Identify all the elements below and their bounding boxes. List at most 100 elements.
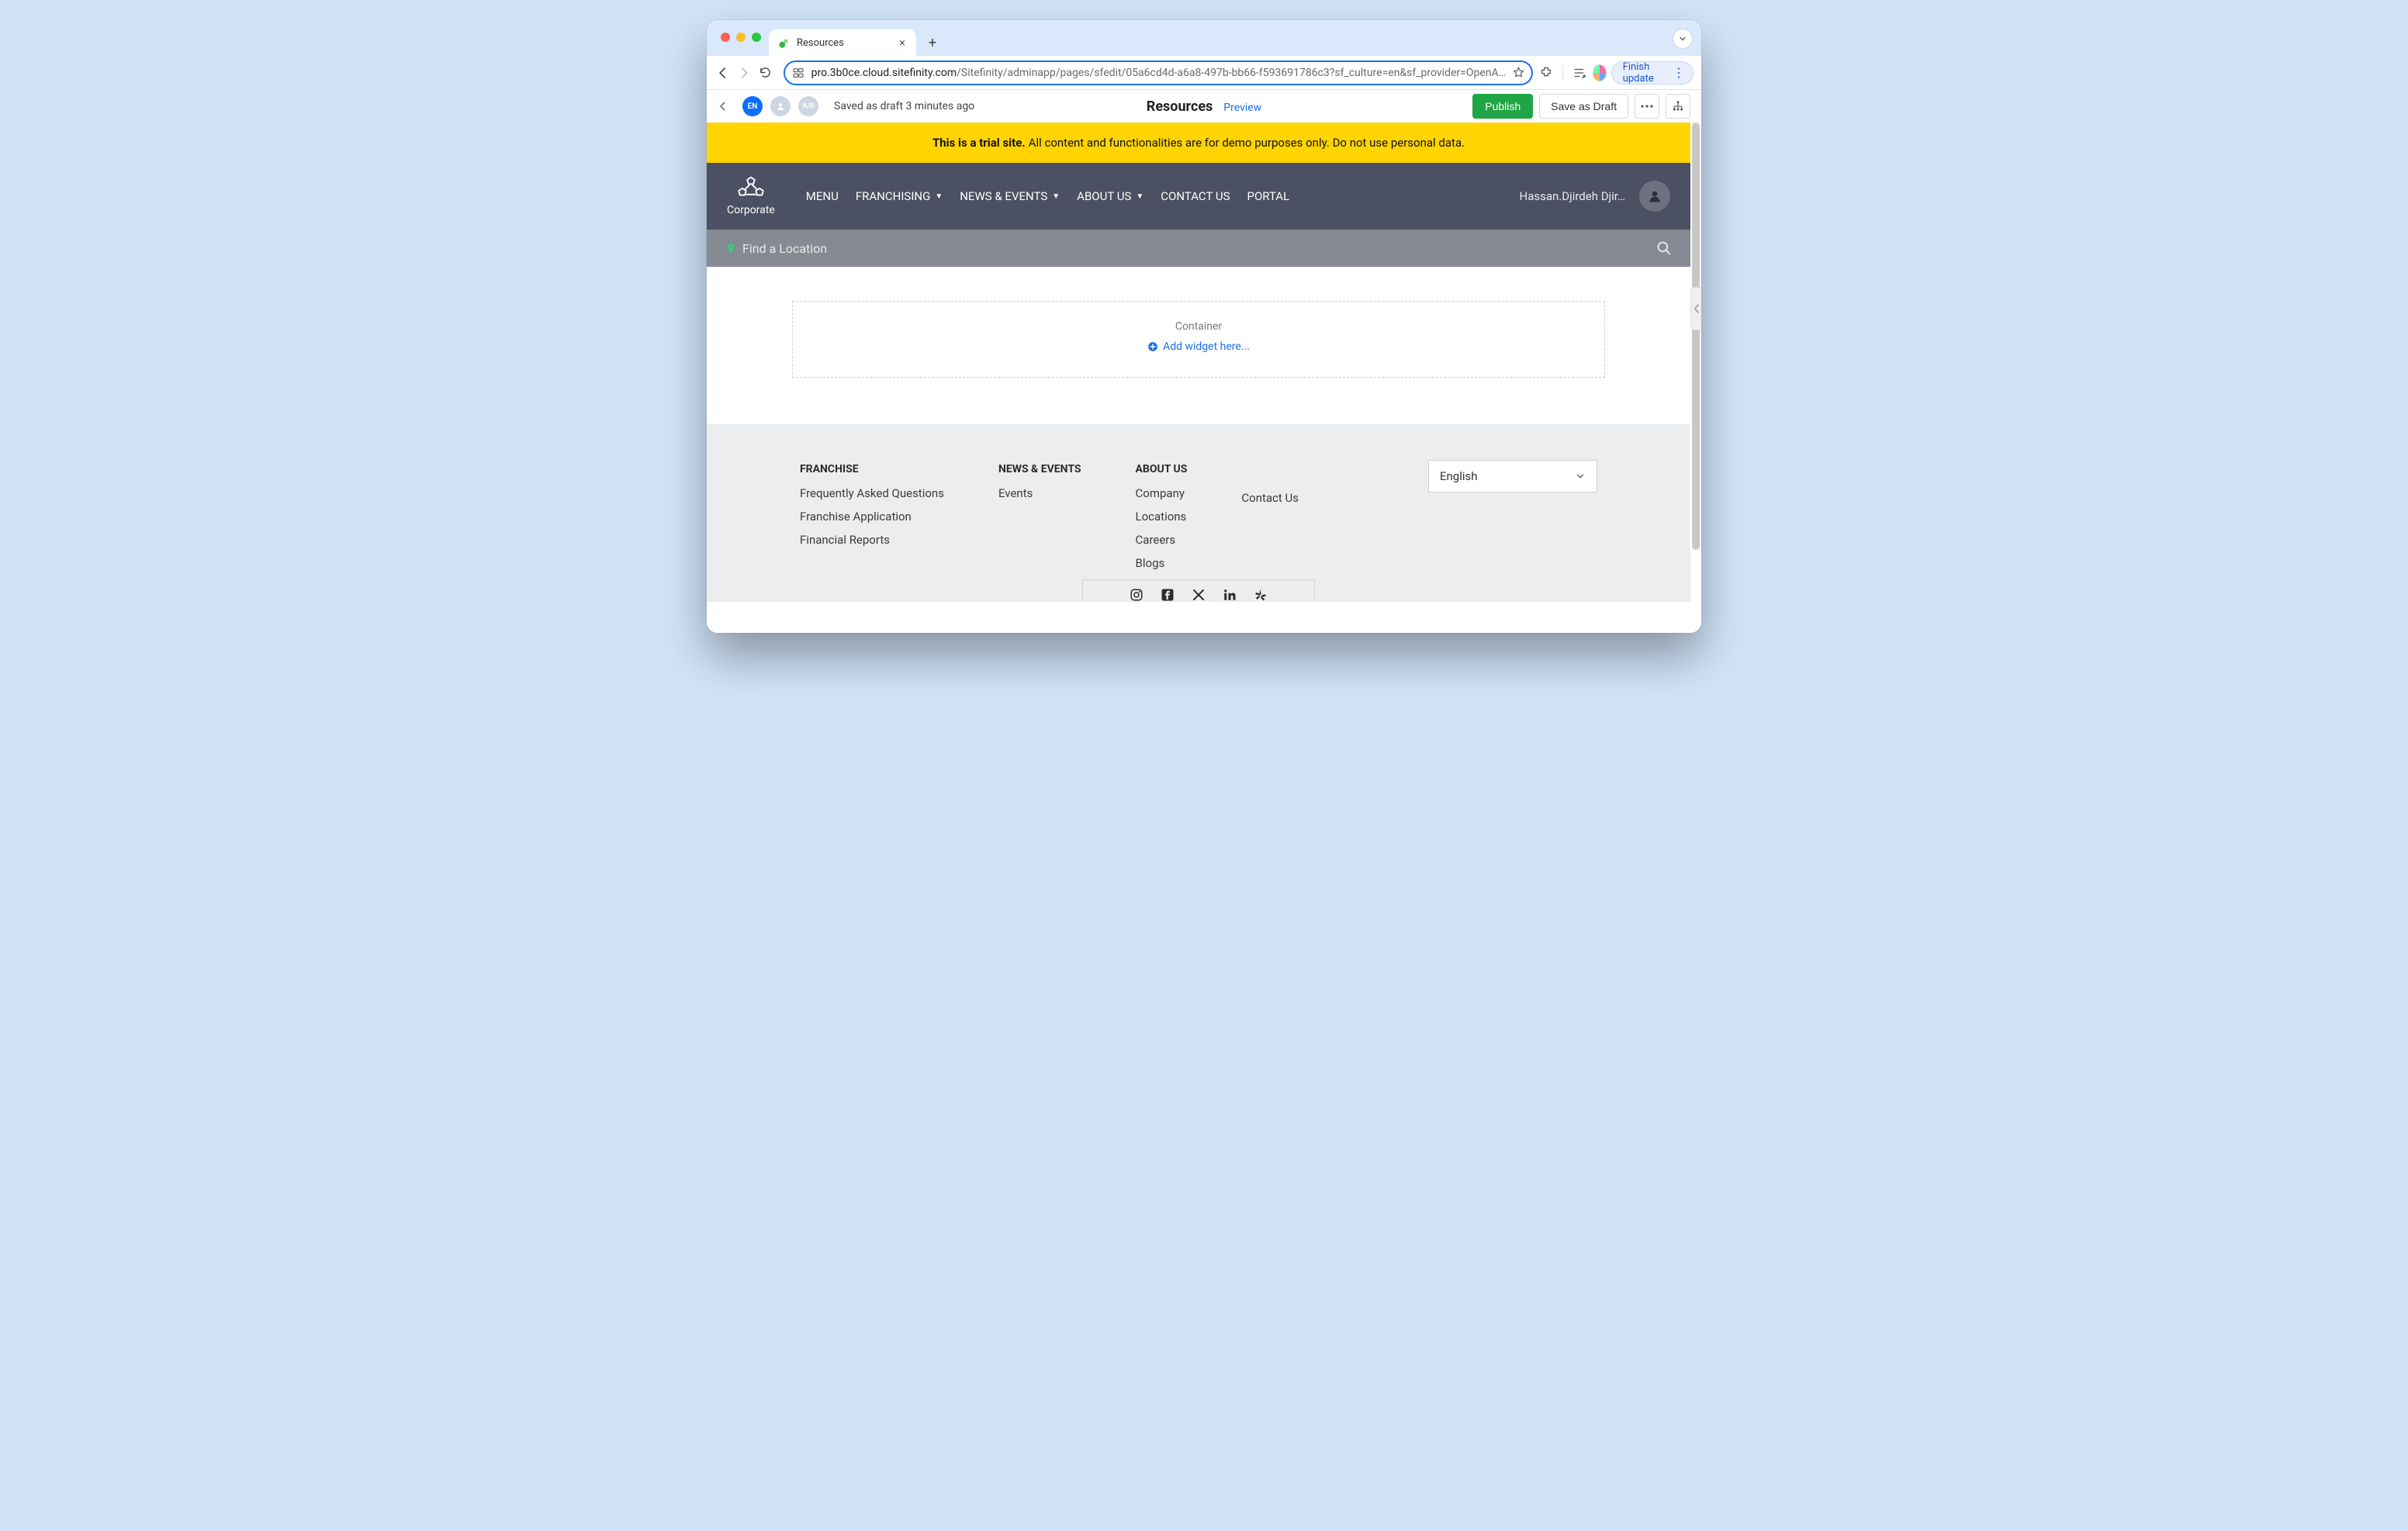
footer-link[interactable]: Franchise Application [800, 510, 944, 524]
profile-avatar-icon[interactable] [1593, 64, 1607, 81]
extensions-icon[interactable] [1538, 62, 1555, 84]
footer-heading: NEWS & EVENTS [998, 463, 1081, 475]
user-pill-icon[interactable] [770, 96, 791, 116]
favicon-icon [778, 36, 791, 49]
window-controls [721, 33, 761, 42]
scrollbar-thumb[interactable] [1692, 123, 1700, 550]
brand-logo-icon [736, 176, 766, 201]
nav-item-menu[interactable]: MENU [806, 189, 839, 203]
app-toolbar: EN A/B Saved as draft 3 minutes ago Reso… [707, 90, 1701, 123]
sitemap-button[interactable] [1666, 94, 1690, 119]
chevron-down-icon: ▼ [935, 192, 943, 201]
user-name[interactable]: Hassan.Djirdeh Djir… [1520, 189, 1625, 203]
publish-button[interactable]: Publish [1472, 94, 1533, 119]
reading-list-icon[interactable] [1571, 62, 1588, 84]
tab-title: Resources [797, 37, 844, 49]
footer-col-news: NEWS & EVENTS Events [998, 463, 1081, 579]
footer-heading: FRANCHISE [800, 463, 944, 475]
social-bar-wrap [707, 579, 1690, 602]
maximize-window-button[interactable] [752, 33, 761, 42]
page-viewport: This is a trial site. All content and fu… [707, 123, 1701, 633]
save-draft-button[interactable]: Save as Draft [1539, 94, 1628, 119]
yelp-icon[interactable] [1254, 588, 1268, 602]
user-avatar-icon[interactable] [1639, 181, 1670, 212]
chevron-down-icon: ▼ [1052, 192, 1060, 201]
footer-link[interactable]: Careers [1136, 533, 1188, 547]
instagram-icon[interactable] [1130, 588, 1143, 602]
browser-forward-button[interactable] [736, 60, 753, 85]
find-location-link[interactable]: Find a Location [742, 241, 827, 256]
finish-update-label: Finish update [1623, 61, 1666, 85]
trial-banner: This is a trial site. All content and fu… [707, 123, 1690, 163]
browser-window: Resources × + [707, 20, 1701, 633]
nav-item-portal[interactable]: PORTAL [1247, 189, 1290, 203]
toolbar-separator [1562, 65, 1563, 81]
container-widget[interactable]: Container Add widget here... [792, 301, 1605, 378]
site-header: Corporate MENU FRANCHISING▼ NEWS & EVENT… [707, 163, 1690, 230]
search-icon[interactable] [1656, 240, 1672, 256]
footer-col-contact: Contact Us [1241, 491, 1299, 579]
browser-toolbar: pro.3b0ce.cloud.sitefinity.com/Sitefinit… [707, 56, 1701, 90]
page-title: Resources [1147, 98, 1213, 115]
preview-link[interactable]: Preview [1223, 102, 1261, 114]
nav-item-contact[interactable]: CONTACT US [1161, 189, 1230, 203]
language-pill[interactable]: EN [742, 96, 763, 116]
nav-item-news[interactable]: NEWS & EVENTS▼ [960, 189, 1060, 203]
finish-update-button[interactable]: Finish update ⋮ [1611, 61, 1694, 85]
plus-circle-icon [1147, 341, 1158, 352]
footer-link[interactable]: Blogs [1136, 556, 1188, 570]
browser-tab[interactable]: Resources × [769, 29, 916, 56]
x-twitter-icon[interactable] [1192, 588, 1206, 602]
footer-heading: ABOUT US [1136, 463, 1188, 475]
footer-col-about: ABOUT US Company Locations Careers Blogs [1136, 463, 1188, 579]
chevron-down-icon [1575, 471, 1586, 482]
url-text: pro.3b0ce.cloud.sitefinity.com/Sitefinit… [811, 67, 1506, 79]
tab-close-button[interactable]: × [899, 36, 905, 50]
trial-banner-text: All content and functionalities are for … [1029, 136, 1465, 150]
draft-status-text: Saved as draft 3 minutes ago [834, 100, 974, 112]
close-window-button[interactable] [721, 33, 730, 42]
footer-contact-link[interactable]: Contact Us [1241, 491, 1299, 505]
nav-item-about[interactable]: ABOUT US▼ [1077, 189, 1143, 203]
bookmark-star-icon[interactable] [1512, 66, 1525, 79]
minimize-window-button[interactable] [736, 33, 746, 42]
footer-link[interactable]: Financial Reports [800, 533, 944, 547]
more-actions-button[interactable] [1635, 94, 1659, 119]
facebook-icon[interactable] [1161, 588, 1175, 602]
brand[interactable]: Corporate [727, 176, 775, 216]
linkedin-icon[interactable] [1223, 588, 1237, 602]
new-tab-button[interactable]: + [921, 31, 944, 54]
ab-test-pill[interactable]: A/B [798, 96, 818, 116]
browser-reload-button[interactable] [757, 60, 774, 85]
language-select[interactable]: English [1428, 460, 1597, 492]
add-widget-button[interactable]: Add widget here... [1147, 340, 1250, 353]
canvas-area: Container Add widget here... [707, 267, 1690, 424]
footer-link[interactable]: Locations [1136, 510, 1188, 524]
app-back-button[interactable] [718, 99, 728, 113]
browser-back-button[interactable] [714, 60, 732, 85]
language-value: English [1440, 469, 1478, 483]
site-settings-icon[interactable] [791, 66, 805, 80]
site-footer: FRANCHISE Frequently Asked Questions Fra… [707, 424, 1690, 579]
brand-name: Corporate [727, 204, 775, 216]
kebab-icon: ⋮ [1673, 70, 1685, 76]
pin-icon [725, 241, 736, 255]
chevron-down-icon: ▼ [1136, 192, 1143, 201]
app-center: Resources Preview [1147, 98, 1261, 115]
main-nav: MENU FRANCHISING▼ NEWS & EVENTS▼ ABOUT U… [806, 189, 1289, 203]
trial-banner-bold: This is a trial site. [932, 136, 1026, 150]
nav-item-franchising[interactable]: FRANCHISING▼ [856, 189, 943, 203]
scrollbar-track [1692, 123, 1700, 625]
sub-bar: Find a Location [707, 230, 1690, 267]
drawer-handle[interactable] [1690, 287, 1701, 330]
footer-col-franchise: FRANCHISE Frequently Asked Questions Fra… [800, 463, 944, 579]
social-bar [1082, 579, 1315, 602]
browser-tab-strip: Resources × + [707, 20, 1701, 56]
container-label: Container [793, 320, 1604, 333]
add-widget-label: Add widget here... [1163, 340, 1250, 353]
footer-link[interactable]: Frequently Asked Questions [800, 486, 944, 500]
address-bar[interactable]: pro.3b0ce.cloud.sitefinity.com/Sitefinit… [784, 60, 1533, 85]
tab-overflow-button[interactable] [1673, 29, 1692, 48]
footer-link[interactable]: Company [1136, 486, 1188, 500]
footer-link[interactable]: Events [998, 486, 1081, 500]
